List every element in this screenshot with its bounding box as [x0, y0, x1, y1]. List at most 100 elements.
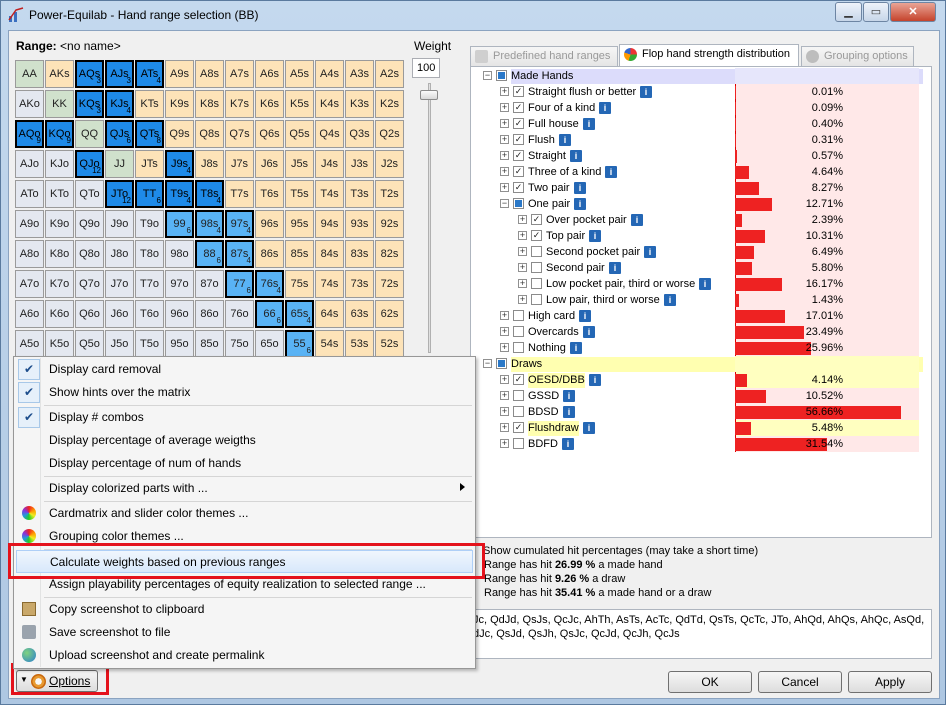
hand-cell-KTo[interactable]: KTo — [45, 180, 74, 208]
row-checkbox[interactable] — [531, 262, 542, 273]
hand-cell-72s[interactable]: 72s — [375, 270, 404, 298]
row-checkbox[interactable]: ✓ — [531, 230, 542, 241]
hand-cell-53s[interactable]: 53s — [345, 330, 374, 358]
expand-icon[interactable]: + — [500, 407, 509, 416]
hand-cell-QQ[interactable]: QQ — [75, 120, 104, 148]
ok-button[interactable]: OK — [668, 671, 752, 693]
hand-cell-85o[interactable]: 85o — [195, 330, 224, 358]
hand-cell-A5o[interactable]: A5o — [15, 330, 44, 358]
hand-cell-96s[interactable]: 96s — [255, 210, 284, 238]
hand-cell-T8s[interactable]: T8s 4 — [195, 180, 224, 208]
expand-icon[interactable]: + — [518, 295, 527, 304]
hand-cell-T9o[interactable]: T9o — [135, 210, 164, 238]
hand-cell-98s[interactable]: 98s 4 — [195, 210, 224, 238]
hand-cell-T8o[interactable]: T8o — [135, 240, 164, 268]
collapse-icon[interactable]: − — [483, 359, 492, 368]
row-checkbox[interactable]: ✓ — [513, 118, 524, 129]
hand-cell-Q8s[interactable]: Q8s — [195, 120, 224, 148]
hand-cell-T4s[interactable]: T4s — [315, 180, 344, 208]
hand-cell-95s[interactable]: 95s — [285, 210, 314, 238]
menu-item[interactable]: ✔ Display card removal — [16, 358, 473, 381]
hand-cell-73s[interactable]: 73s — [345, 270, 374, 298]
hand-cell-K6o[interactable]: K6o — [45, 300, 74, 328]
hand-cell-Q9o[interactable]: Q9o — [75, 210, 104, 238]
row-checkbox[interactable]: ✓ — [513, 422, 524, 433]
row-checkbox[interactable] — [513, 390, 524, 401]
hand-cell-K4s[interactable]: K4s — [315, 90, 344, 118]
minimize-button[interactable]: ▁ — [835, 2, 862, 22]
hand-cell-A9s[interactable]: A9s — [165, 60, 194, 88]
hand-cell-K5s[interactable]: K5s — [285, 90, 314, 118]
hand-cell-Q8o[interactable]: Q8o — [75, 240, 104, 268]
hand-cell-95o[interactable]: 95o — [165, 330, 194, 358]
hand-cell-74s[interactable]: 74s — [315, 270, 344, 298]
hand-cell-Q5s[interactable]: Q5s — [285, 120, 314, 148]
row-checkbox[interactable] — [513, 310, 524, 321]
hand-cell-JTo[interactable]: JTo 12 — [105, 180, 134, 208]
hand-cell-97s[interactable]: 97s 4 — [225, 210, 254, 238]
expand-icon[interactable]: + — [518, 215, 527, 224]
hand-cell-J9o[interactable]: J9o — [105, 210, 134, 238]
expand-icon[interactable]: + — [500, 439, 509, 448]
hand-cell-QTo[interactable]: QTo — [75, 180, 104, 208]
info-icon[interactable]: i — [574, 198, 586, 210]
menu-item[interactable]: Cardmatrix and slider color themes ... — [16, 502, 473, 525]
hand-cell-T7o[interactable]: T7o — [135, 270, 164, 298]
hand-cell-AJo[interactable]: AJo — [15, 150, 44, 178]
hand-cell-75o[interactable]: 75o — [225, 330, 254, 358]
row-checkbox[interactable] — [531, 278, 542, 289]
hand-cell-62s[interactable]: 62s — [375, 300, 404, 328]
hand-cell-T6s[interactable]: T6s — [255, 180, 284, 208]
info-icon[interactable]: i — [583, 326, 595, 338]
hand-cell-94s[interactable]: 94s — [315, 210, 344, 238]
hand-cell-J2s[interactable]: J2s — [375, 150, 404, 178]
hand-cell-A2s[interactable]: A2s — [375, 60, 404, 88]
hand-cell-83s[interactable]: 83s — [345, 240, 374, 268]
expand-icon[interactable]: + — [518, 263, 527, 272]
hand-cell-99[interactable]: 99 6 — [165, 210, 194, 238]
info-icon[interactable]: i — [605, 166, 617, 178]
hand-cell-82s[interactable]: 82s — [375, 240, 404, 268]
hand-cell-86s[interactable]: 86s — [255, 240, 284, 268]
hand-cell-A7o[interactable]: A7o — [15, 270, 44, 298]
row-checkbox[interactable]: ✓ — [513, 374, 524, 385]
hand-cell-85s[interactable]: 85s — [285, 240, 314, 268]
row-checkbox[interactable]: ✓ — [531, 214, 542, 225]
row-checkbox[interactable]: ✓ — [513, 182, 524, 193]
hand-cell-K6s[interactable]: K6s — [255, 90, 284, 118]
apply-button[interactable]: Apply — [848, 671, 932, 693]
expand-icon[interactable]: + — [500, 151, 509, 160]
hand-cell-T5o[interactable]: T5o — [135, 330, 164, 358]
hand-cell-93s[interactable]: 93s — [345, 210, 374, 238]
info-icon[interactable]: i — [609, 262, 621, 274]
expand-icon[interactable]: + — [500, 119, 509, 128]
hand-cell-88[interactable]: 88 6 — [195, 240, 224, 268]
hand-cell-A8s[interactable]: A8s — [195, 60, 224, 88]
expand-icon[interactable]: + — [500, 311, 509, 320]
row-checkbox[interactable] — [496, 358, 507, 369]
weight-slider[interactable] — [428, 83, 431, 353]
hand-cell-J6s[interactable]: J6s — [255, 150, 284, 178]
hand-cell-A6s[interactable]: A6s — [255, 60, 284, 88]
hand-cell-AA[interactable]: AA — [15, 60, 44, 88]
row-checkbox[interactable]: ✓ — [513, 166, 524, 177]
cumulated-checkbox-label[interactable]: Show cumulated hit percentages (may take… — [483, 544, 758, 558]
hand-cell-76o[interactable]: 76o — [225, 300, 254, 328]
combos-text-area[interactable]: Jc, QdJd, QsJs, QcJc, AhTh, AsTs, AcTc, … — [470, 609, 932, 659]
hand-cell-K7o[interactable]: K7o — [45, 270, 74, 298]
hand-cell-63s[interactable]: 63s — [345, 300, 374, 328]
expand-icon[interactable]: + — [500, 167, 509, 176]
hand-cell-A7s[interactable]: A7s — [225, 60, 254, 88]
hand-cell-ATs[interactable]: ATs 4 — [135, 60, 164, 88]
hand-cell-87o[interactable]: 87o — [195, 270, 224, 298]
hand-cell-AKo[interactable]: AKo — [15, 90, 44, 118]
info-icon[interactable]: i — [589, 230, 601, 242]
hand-cell-J3s[interactable]: J3s — [345, 150, 374, 178]
hand-cell-J8s[interactable]: J8s — [195, 150, 224, 178]
collapse-icon[interactable]: − — [500, 199, 509, 208]
info-icon[interactable]: i — [644, 246, 656, 258]
info-icon[interactable]: i — [574, 182, 586, 194]
hand-cell-AKs[interactable]: AKs — [45, 60, 74, 88]
hand-cell-A5s[interactable]: A5s — [285, 60, 314, 88]
hand-cell-Q6o[interactable]: Q6o — [75, 300, 104, 328]
